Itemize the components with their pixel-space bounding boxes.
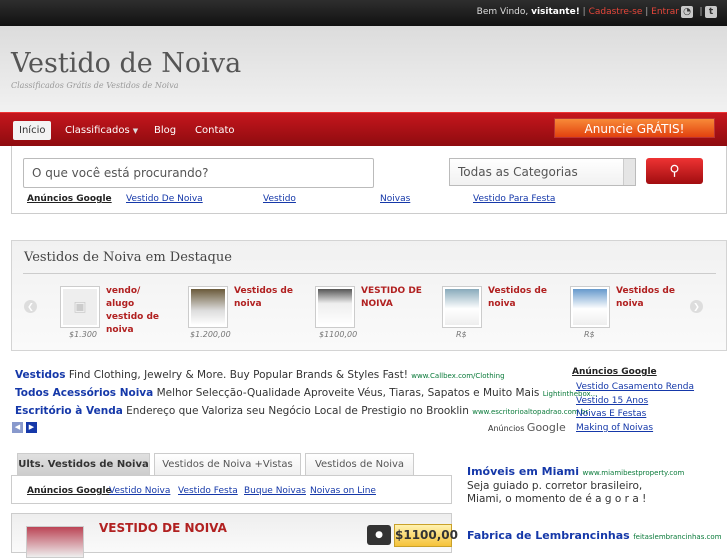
- select-arrow: [623, 159, 635, 185]
- card-title[interactable]: Vestidos de noiva: [488, 285, 552, 311]
- ads-prev-icon[interactable]: ◀: [12, 422, 23, 433]
- dress-photo: [318, 289, 352, 325]
- right-ad-link[interactable]: Noivas E Festas: [576, 409, 646, 419]
- ad-link[interactable]: Vestido De Noiva: [126, 194, 203, 204]
- google-logo: Google: [526, 421, 566, 434]
- side-ad-title[interactable]: Fabrica de Lembrancinhas feitaslembranci…: [467, 529, 722, 542]
- tab-dresses[interactable]: Vestidos de Noiva: [305, 453, 414, 476]
- dress-photo: [445, 289, 479, 325]
- text-ad[interactable]: Vestidos Find Clothing, Jewelry & More. …: [15, 369, 505, 381]
- signup-link[interactable]: Cadastre-se: [589, 7, 643, 17]
- ad-link[interactable]: Vestido: [263, 194, 296, 204]
- thumbnail[interactable]: [442, 286, 482, 328]
- dress-photo: [191, 289, 225, 325]
- card-title[interactable]: Vestidos de noiva: [616, 285, 680, 311]
- listing-row[interactable]: VESTIDO DE NOIVA ● $1100,00: [11, 513, 458, 558]
- dress-photo: [573, 289, 607, 325]
- side-ad-title[interactable]: Imóveis em Miami www.miamibestproperty.c…: [467, 465, 684, 478]
- card-title[interactable]: VESTIDO DE NOIVA: [361, 285, 425, 311]
- site-header: Vestido de Noiva Classificados Grátis de…: [0, 26, 727, 112]
- nav-contact[interactable]: Contato: [195, 121, 235, 140]
- side-ad-text: Seja guiado p. corretor brasileiro, Miam…: [467, 480, 647, 505]
- card-price: $1.300: [69, 330, 97, 339]
- panel-ads-label: Anúncios Google: [27, 486, 112, 496]
- ads-by-google[interactable]: Anúncios Google: [488, 421, 566, 434]
- price-tag-icon: ●: [367, 525, 391, 545]
- panel-ad-link[interactable]: Buque Noivas: [244, 486, 306, 496]
- card-price: $1.200,00: [190, 330, 231, 339]
- card-title[interactable]: vendo/ alugo vestido de noiva: [106, 285, 170, 337]
- twitter-icon[interactable]: t: [705, 6, 717, 18]
- search-icon: ⚲: [669, 163, 680, 179]
- text-ad[interactable]: Todos Acessórios Noiva Melhor Selecção-Q…: [15, 387, 597, 399]
- ad-link[interactable]: Noivas: [380, 194, 410, 204]
- chevron-down-icon: ▼: [132, 127, 139, 135]
- thumbnail[interactable]: [188, 286, 228, 328]
- listing-price: $1100,00: [394, 524, 458, 547]
- search-button[interactable]: ⚲: [646, 158, 703, 184]
- card-price: $1100,00: [319, 330, 358, 339]
- panel-ad-link[interactable]: Vestido Festa: [178, 486, 238, 496]
- right-ad-link[interactable]: Making of Noivas: [576, 423, 653, 433]
- welcome-message: Bem Vindo, visitante! | Cadastre-se | En…: [476, 7, 679, 17]
- right-ad-link[interactable]: Vestido Casamento Renda: [576, 382, 694, 392]
- card-title[interactable]: Vestidos de noiva: [234, 285, 298, 311]
- category-select[interactable]: Todas as Categorias: [449, 158, 636, 186]
- card-price: R$: [584, 330, 595, 339]
- listing-thumbnail[interactable]: [26, 526, 84, 558]
- site-title[interactable]: Vestido de Noiva: [11, 48, 241, 79]
- right-ads-label: Anúncios Google: [572, 367, 657, 377]
- tab-most-viewed[interactable]: Vestidos de Noiva +Vistas: [154, 453, 301, 476]
- site-subtitle: Classificados Grátis de Vestidos de Noiv…: [11, 81, 179, 90]
- card-price: R$: [456, 330, 467, 339]
- post-ad-button[interactable]: Anuncie GRÁTIS!: [554, 118, 715, 138]
- ads-next-icon[interactable]: ▶: [26, 422, 37, 433]
- divider: [23, 273, 716, 274]
- thumbnail[interactable]: [570, 286, 610, 328]
- top-bar: Bem Vindo, visitante! | Cadastre-se | En…: [0, 0, 727, 26]
- camera-icon: ▣: [63, 289, 97, 325]
- text-ad[interactable]: Escritório à Venda Endereço que Valoriza…: [15, 405, 588, 417]
- ad-link[interactable]: Vestido Para Festa: [473, 194, 555, 204]
- rss-icon[interactable]: ◔: [681, 6, 693, 18]
- tab-latest[interactable]: Ults. Vestidos de Noiva: [17, 453, 150, 476]
- nav-home[interactable]: Início: [13, 121, 52, 140]
- listing-title[interactable]: VESTIDO DE NOIVA: [99, 521, 227, 535]
- search-input[interactable]: O que você está procurando?: [23, 158, 374, 188]
- thumbnail[interactable]: ▣: [60, 286, 100, 328]
- nav-blog[interactable]: Blog: [154, 121, 176, 140]
- login-link[interactable]: Entrar: [651, 7, 679, 17]
- ads-label: Anúncios Google: [27, 194, 112, 204]
- panel-ad-link[interactable]: Vestido Noiva: [109, 486, 170, 496]
- panel-ad-link[interactable]: Noivas on Line: [310, 486, 376, 496]
- right-ad-link[interactable]: Vestido 15 Anos: [576, 396, 648, 406]
- carousel-prev-icon[interactable]: ❮: [24, 300, 37, 313]
- carousel-next-icon[interactable]: ❯: [690, 300, 703, 313]
- featured-title: Vestidos de Noiva em Destaque: [24, 250, 232, 265]
- visitor-name: visitante!: [531, 7, 580, 17]
- nav-classifieds[interactable]: Classificados ▼: [65, 121, 138, 140]
- thumbnail[interactable]: [315, 286, 355, 328]
